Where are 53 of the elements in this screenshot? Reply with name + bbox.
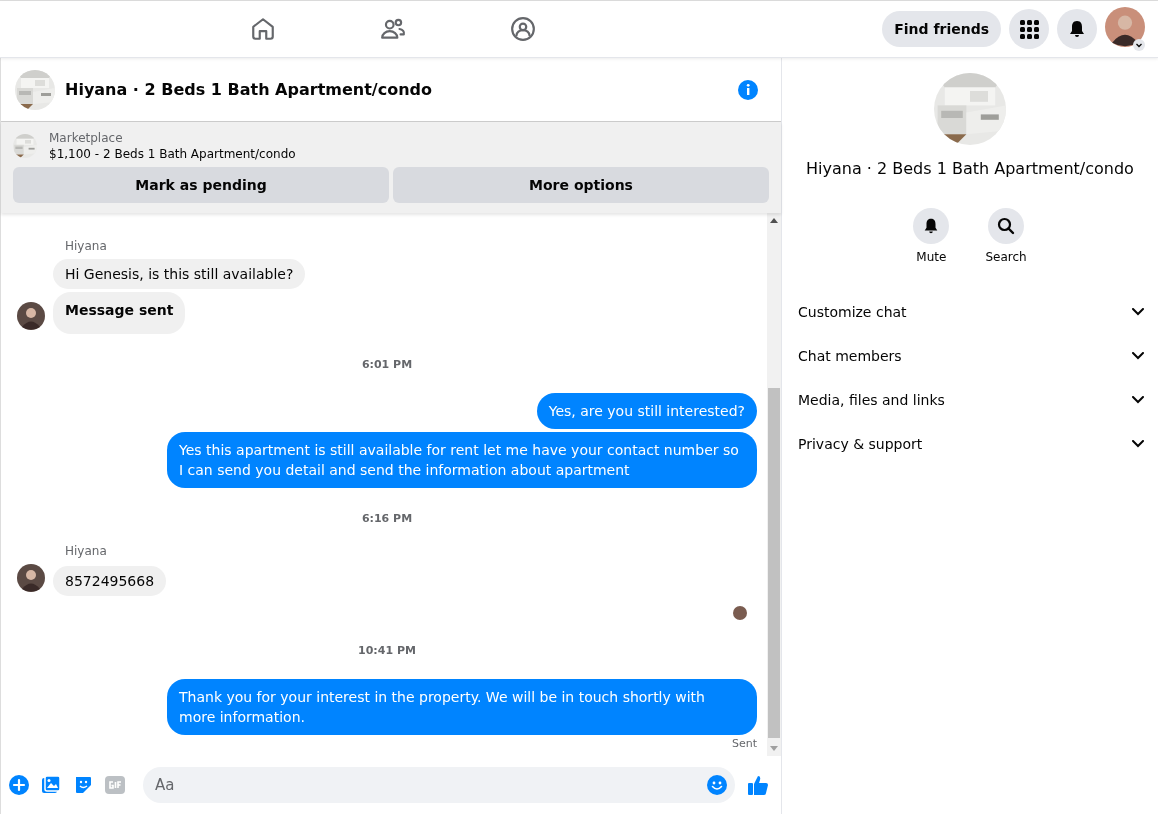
timestamp: 6:01 PM (361, 358, 413, 371)
outgoing-message: Yes this apartment is still available for rent let me have your contact number so I can send you detail and send the information about apartment (167, 432, 757, 488)
outgoing-message: Yes, are you still interested? (536, 393, 757, 429)
sender-name: Hiyana (65, 544, 108, 558)
menu-button[interactable] (1009, 9, 1049, 49)
chevron-down-icon[interactable] (1133, 39, 1145, 51)
scroll-up-icon[interactable] (770, 217, 778, 223)
home-icon[interactable] (250, 16, 276, 42)
listing-summary: $1,100 - 2 Beds 1 Bath Apartment/condo (49, 147, 296, 161)
people-circle-icon[interactable] (510, 16, 536, 42)
chevron-down-icon (1132, 396, 1144, 404)
find-friends-button[interactable]: Find friends (882, 11, 1001, 47)
mute-button[interactable] (913, 208, 950, 244)
seen-avatar (733, 606, 747, 620)
search-icon (997, 217, 1015, 235)
mark-pending-button[interactable]: Mark as pending (13, 167, 389, 203)
notifications-button[interactable] (1057, 9, 1097, 49)
search-button[interactable] (988, 208, 1024, 244)
action-label: Mute (916, 250, 947, 264)
scrollbar-thumb[interactable] (768, 388, 780, 738)
chat-title: Hiyana · 2 Beds 1 Bath Apartment/condo (65, 80, 432, 99)
listing-source: Marketplace (49, 131, 124, 145)
section-header[interactable]: Media, files and links (782, 378, 1158, 422)
message-input[interactable]: Aa (143, 767, 735, 803)
incoming-message: Message sent (53, 292, 186, 334)
section-header[interactable]: Customize chat (782, 290, 1158, 334)
sender-avatar (17, 302, 45, 330)
chevron-down-icon (1132, 308, 1144, 316)
timestamp: 6:16 PM (361, 512, 413, 525)
chevron-down-icon (1132, 352, 1144, 360)
people-icon[interactable] (380, 16, 406, 42)
section-header[interactable]: Privacy & support (782, 422, 1158, 466)
incoming-message: 8572495668 (53, 566, 167, 596)
delivery-status: Sent (731, 737, 757, 750)
action-label: Search (985, 250, 1027, 264)
incoming-message: Hi Genesis, is this still available? (53, 259, 306, 289)
section-header[interactable]: Chat members (782, 334, 1158, 378)
image-icon[interactable] (41, 775, 61, 795)
sender-name: Hiyana (65, 239, 108, 253)
sticker-icon[interactable] (73, 775, 93, 795)
plus-icon[interactable] (9, 775, 29, 795)
emoji-icon[interactable] (707, 775, 727, 795)
conversation-title: Hiyana · 2 Beds 1 Bath Apartment/condo (806, 159, 1134, 178)
grid-icon (1019, 19, 1039, 39)
timestamp: 10:41 PM (358, 644, 416, 657)
outgoing-message: Thank you for your interest in the property. We will be in touch shortly with more information. (167, 679, 757, 735)
bell-icon (1067, 19, 1087, 39)
thumbs-up-icon[interactable] (747, 774, 769, 796)
profile-avatar (1105, 7, 1145, 47)
sender-avatar (17, 564, 45, 592)
info-icon[interactable] (737, 78, 759, 101)
chevron-down-icon (1132, 440, 1144, 448)
more-options-button[interactable]: More options (393, 167, 769, 203)
